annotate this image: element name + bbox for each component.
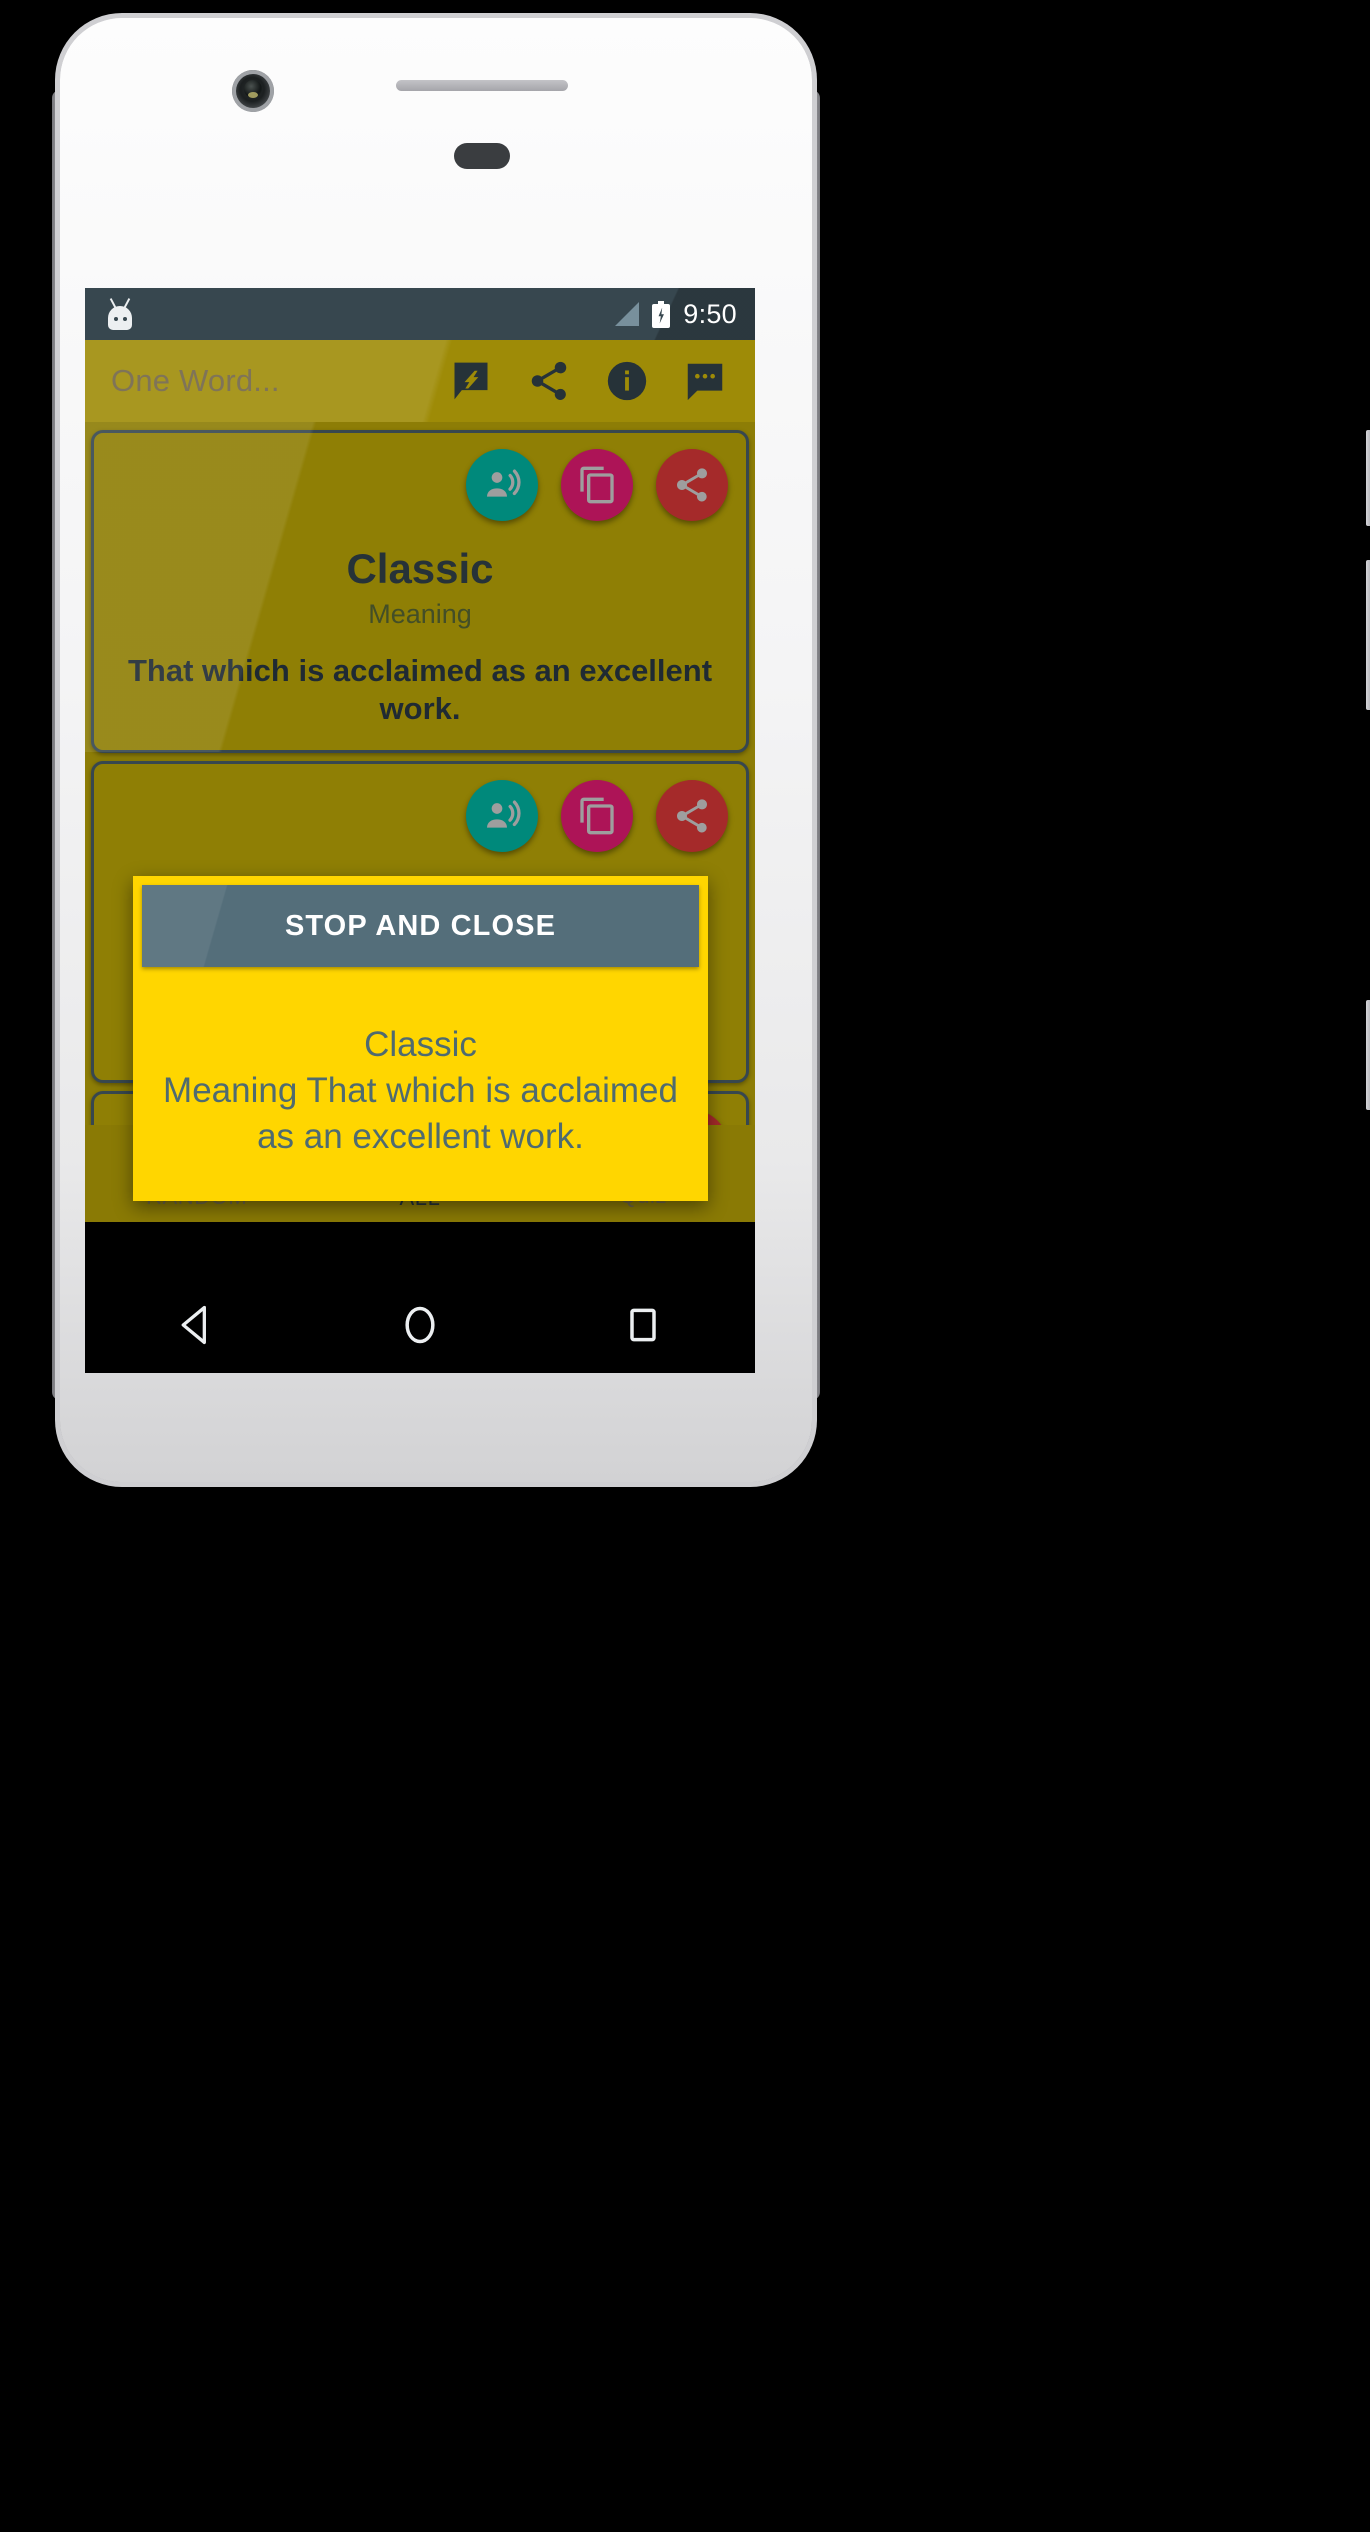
volume-button[interactable]: [1366, 560, 1370, 710]
power-button[interactable]: [1366, 430, 1370, 526]
dialog-line-3: as an excellent work.: [257, 1117, 584, 1157]
share-icon[interactable]: [525, 357, 573, 405]
recents-button[interactable]: [603, 1295, 683, 1355]
toolbar-actions: [447, 357, 737, 405]
battery-charging-icon: [652, 300, 671, 328]
screenshot-stage: 9:50 One Word... Classic Meaning That wh…: [0, 0, 1370, 2532]
side-button-lower[interactable]: [1366, 1000, 1370, 1110]
proximity-sensor-icon: [454, 143, 510, 169]
status-bar-clock: 9:50: [683, 298, 737, 329]
earpiece-speaker-icon: [396, 80, 568, 91]
back-button[interactable]: [157, 1295, 237, 1355]
stop-and-close-label: STOP AND CLOSE: [284, 909, 557, 942]
dialog-message: Classic Meaning That which is acclaimed …: [133, 976, 708, 1201]
phone-screen: 9:50 One Word... Classic Meaning That wh…: [85, 288, 755, 1373]
stop-and-close-button[interactable]: STOP AND CLOSE: [142, 885, 699, 967]
info-icon[interactable]: [603, 357, 651, 405]
comment-icon[interactable]: [681, 357, 729, 405]
edit-note-icon[interactable]: [447, 357, 495, 405]
dialog-scrim[interactable]: [85, 288, 755, 1373]
front-camera-icon: [232, 70, 274, 112]
android-navigation-bar: [85, 1276, 755, 1373]
dialog-line-2: Meaning That which is acclaimed: [163, 1071, 678, 1111]
home-button[interactable]: [380, 1295, 460, 1355]
tts-dialog: STOP AND CLOSE Classic Meaning That whic…: [133, 876, 708, 1201]
dialog-line-1: Classic: [364, 1025, 477, 1064]
signal-triangle-icon: [615, 302, 640, 326]
